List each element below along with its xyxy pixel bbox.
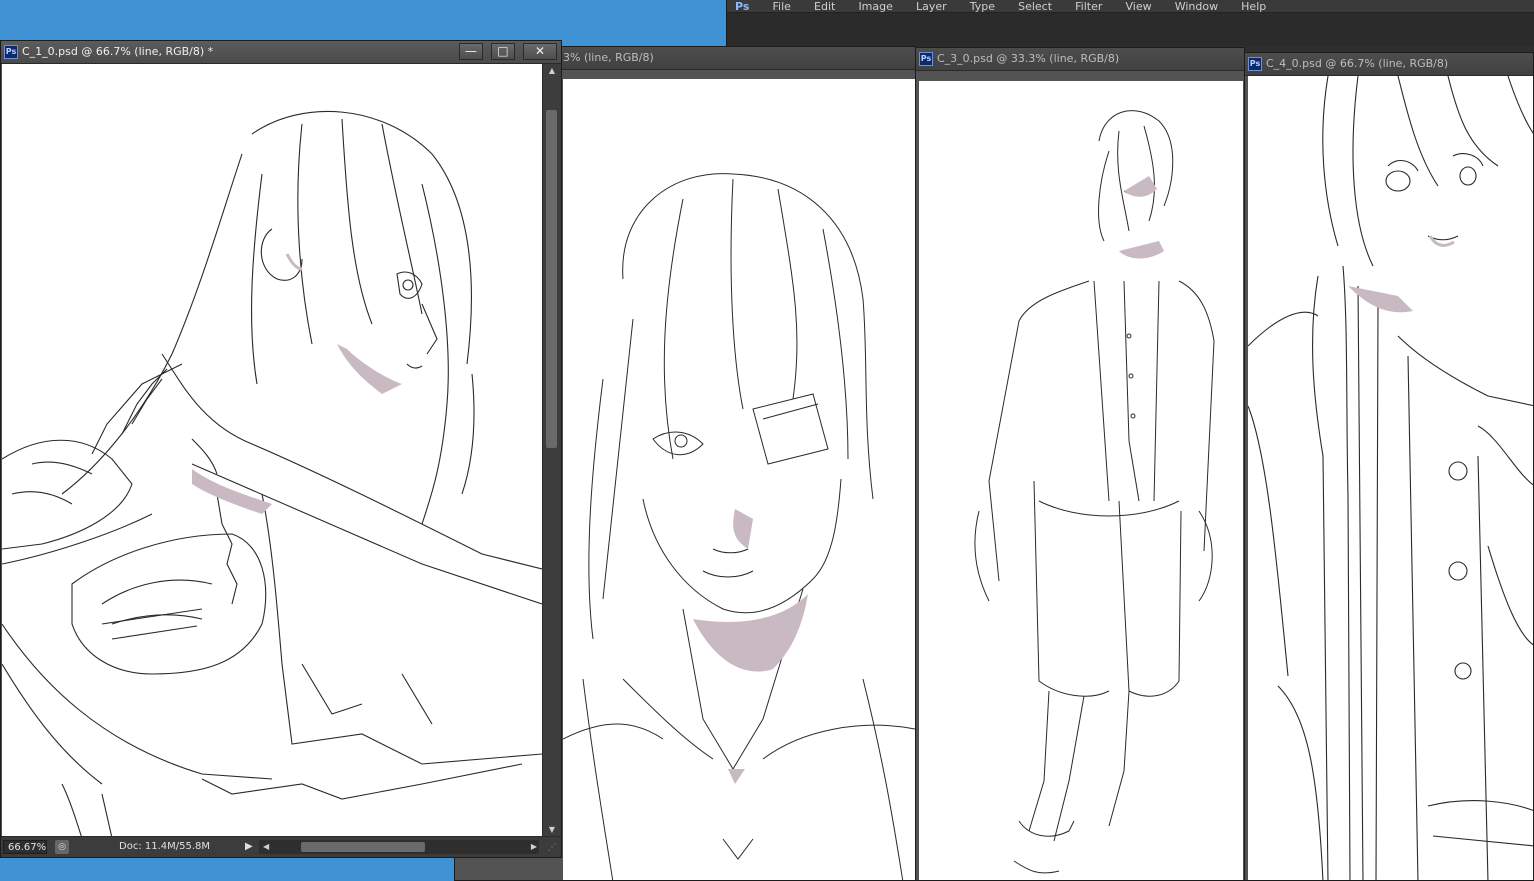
menu-filter[interactable]: Filter — [1075, 1, 1102, 12]
window-controls: — □ ✕ — [456, 43, 557, 61]
status-bar: 66.67% ◎ Doc: 11.4M/55.8M ▶ ◀ ▶ ⋰ — [1, 836, 561, 857]
window-title: 3% (line, RGB/8) — [563, 51, 654, 64]
menu-layer[interactable]: Layer — [916, 1, 947, 12]
menu-select[interactable]: Select — [1018, 1, 1052, 12]
menu-type[interactable]: Type — [970, 1, 995, 12]
document-canvas[interactable] — [563, 79, 915, 880]
scroll-right-icon[interactable]: ▶ — [531, 840, 537, 854]
menu-image[interactable]: Image — [858, 1, 892, 12]
lineart-boy-with-eyepatch — [563, 173, 915, 880]
maximize-button[interactable]: □ — [490, 43, 515, 60]
window-title: C_1_0.psd @ 66.7% (line, RGB/8) * — [22, 45, 214, 58]
window-titlebar[interactable]: Ps C_3_0.psd @ 33.3% (line, RGB/8) — [916, 48, 1244, 71]
document-size: Doc: 11.4M/55.8M — [119, 841, 211, 852]
scroll-up-icon[interactable]: ▲ — [543, 64, 561, 78]
menu-bar: Ps File Edit Image Layer Type Select Fil… — [727, 0, 1534, 13]
document-canvas[interactable] — [919, 81, 1243, 880]
document-window-c4[interactable]: Ps C_4_0.psd @ 66.7% (line, RGB/8) — [1244, 52, 1534, 881]
menu-window[interactable]: Window — [1175, 1, 1218, 12]
close-icon: ✕ — [534, 44, 546, 58]
scroll-down-icon[interactable]: ▼ — [543, 823, 561, 837]
lineart-girl-in-coat — [1248, 76, 1533, 880]
menu-edit[interactable]: Edit — [814, 1, 835, 12]
close-button[interactable]: ✕ — [523, 43, 557, 60]
lineart-man-in-jacket — [974, 110, 1215, 874]
desktop: Ps File Edit Image Layer Type Select Fil… — [0, 0, 1534, 881]
photoshop-icon: Ps — [1248, 57, 1262, 71]
window-titlebar[interactable]: Ps C_4_0.psd @ 66.7% (line, RGB/8) — [1245, 53, 1533, 76]
scroll-left-icon[interactable]: ◀ — [263, 840, 269, 854]
minimize-button[interactable]: — — [458, 43, 483, 60]
minimize-icon: — — [464, 44, 477, 58]
horizontal-scrollbar[interactable]: ◀ ▶ — [259, 840, 539, 854]
document-canvas[interactable] — [2, 64, 542, 838]
vertical-scroll-thumb[interactable] — [546, 110, 557, 448]
resize-grip-icon[interactable]: ⋰ — [545, 841, 559, 855]
menu-file[interactable]: File — [773, 1, 791, 12]
window-title: C_4_0.psd @ 66.7% (line, RGB/8) — [1266, 57, 1449, 70]
document-canvas[interactable] — [1248, 76, 1533, 880]
maximize-icon: □ — [497, 44, 509, 58]
horizontal-scroll-thumb[interactable] — [301, 842, 425, 852]
vertical-scrollbar[interactable]: ▲ ▼ — [542, 64, 561, 837]
info-icon[interactable]: ◎ — [55, 840, 69, 854]
document-window-c3[interactable]: Ps C_3_0.psd @ 33.3% (line, RGB/8) — [915, 47, 1245, 881]
window-title: C_3_0.psd @ 33.3% (line, RGB/8) — [937, 52, 1120, 65]
menu-view[interactable]: View — [1125, 1, 1151, 12]
status-menu-arrow-icon[interactable]: ▶ — [245, 840, 253, 854]
app-logo: Ps — [735, 0, 750, 13]
desktop-bottom-strip — [0, 858, 454, 881]
window-titlebar[interactable]: Ps C_1_0.psd @ 66.7% (line, RGB/8) * — □… — [1, 41, 561, 64]
photoshop-icon: Ps — [4, 45, 18, 59]
photoshop-icon: Ps — [919, 52, 933, 66]
menu-help[interactable]: Help — [1241, 1, 1266, 12]
zoom-level-field[interactable]: 66.67% — [3, 840, 47, 854]
lineart-girl-with-bag — [2, 110, 542, 838]
document-window-c1[interactable]: Ps C_1_0.psd @ 66.7% (line, RGB/8) * — □… — [0, 40, 562, 858]
